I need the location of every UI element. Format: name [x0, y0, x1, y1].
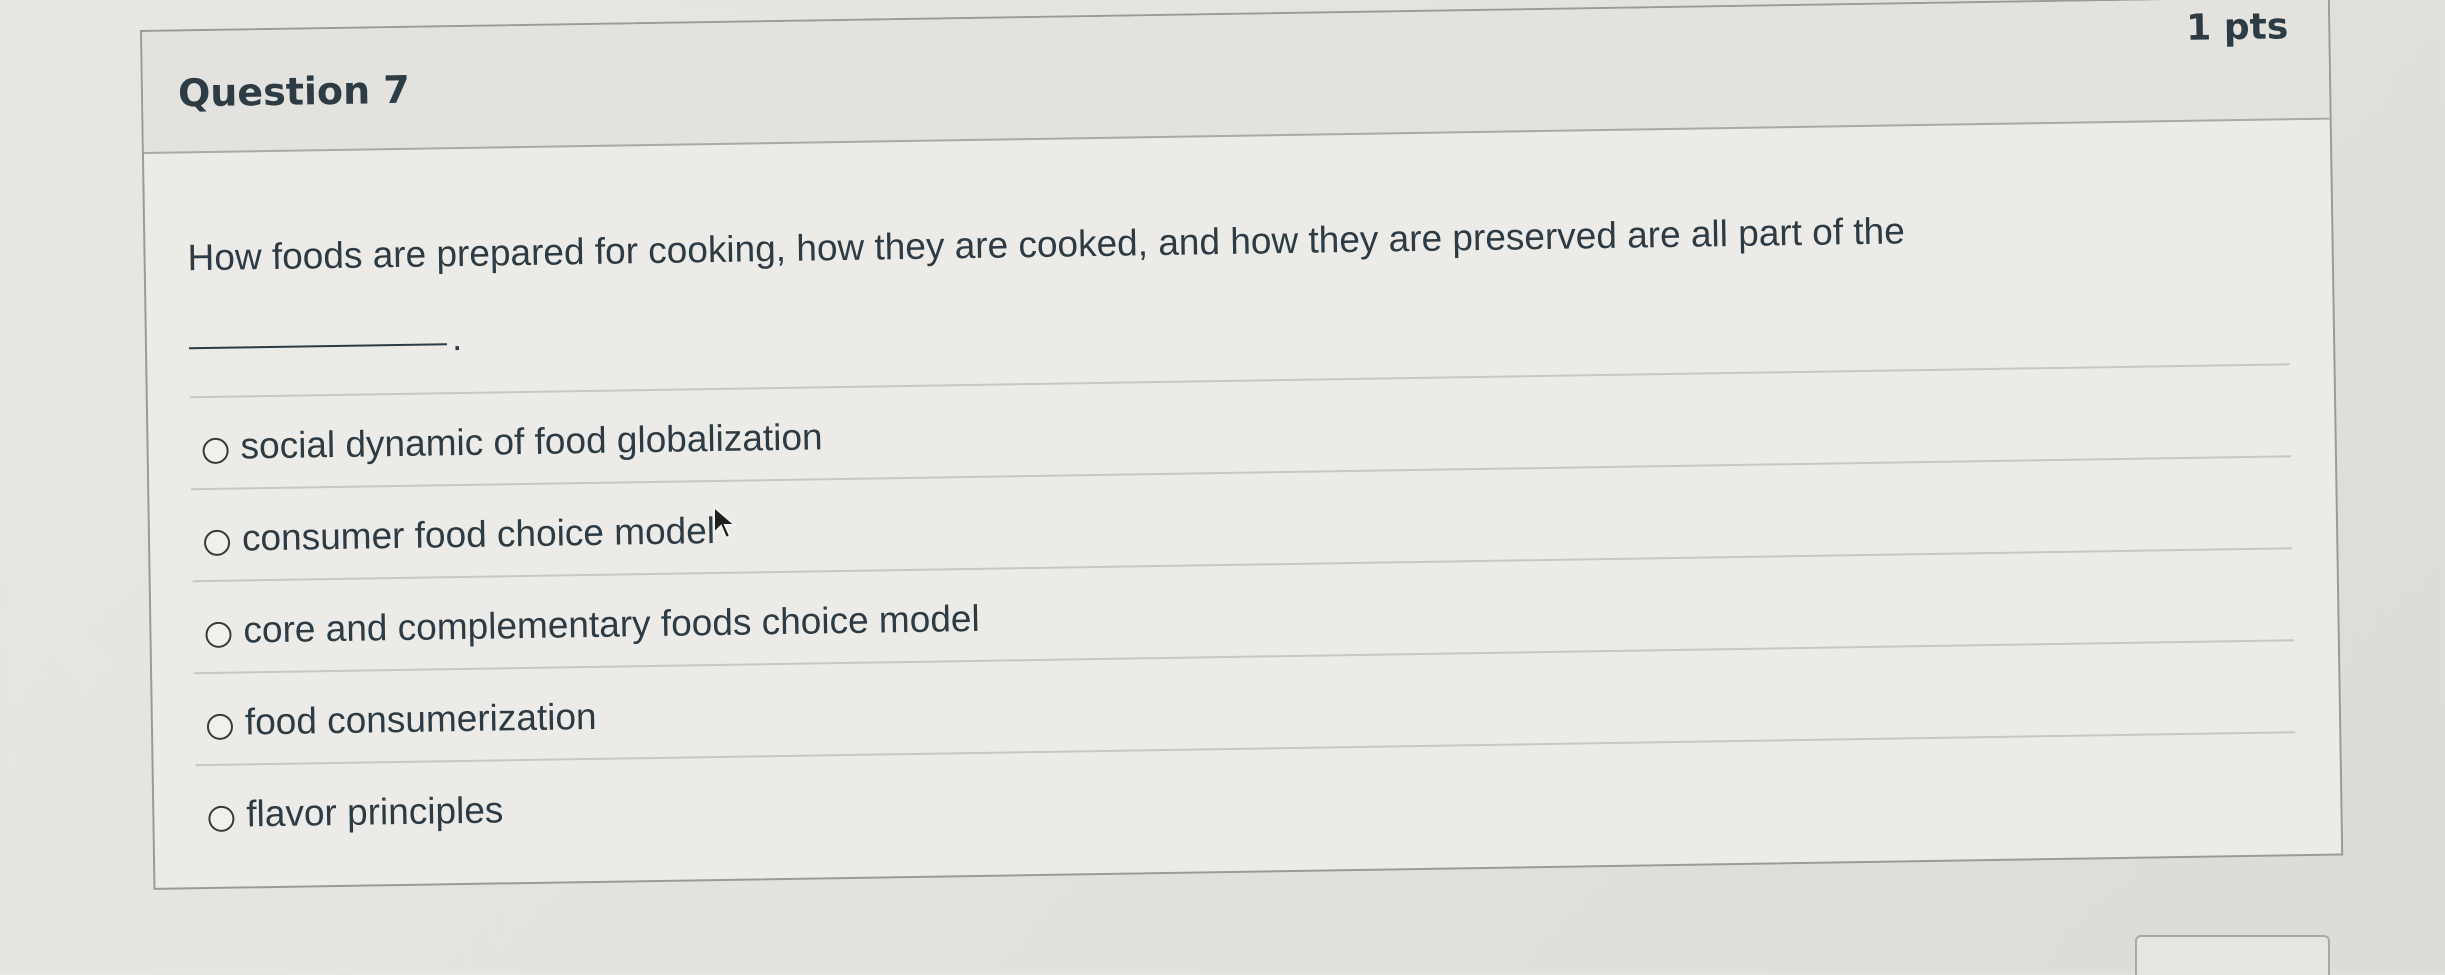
- radio-button-icon[interactable]: [203, 529, 231, 557]
- answer-label[interactable]: flavor principles: [246, 789, 504, 835]
- blank-period: .: [451, 316, 463, 359]
- radio-button-icon[interactable]: [202, 437, 229, 465]
- quiz-page: Question 7 1 pts How foods are prepared …: [0, 0, 2445, 975]
- question-title: Question 7: [177, 67, 411, 116]
- answer-label[interactable]: social dynamic of food globalization: [240, 416, 823, 467]
- question-points: 1 pts: [2185, 6, 2289, 49]
- question-card: Question 7 1 pts How foods are prepared …: [140, 0, 2344, 890]
- answer-label[interactable]: food consumerization: [245, 696, 597, 744]
- answer-label[interactable]: core and complementary foods choice mode…: [243, 598, 980, 652]
- mouse-pointer-icon: [713, 505, 738, 540]
- question-body: How foods are prepared for cooking, how …: [144, 118, 2341, 888]
- radio-button-icon[interactable]: [205, 621, 232, 649]
- next-button[interactable]: [2135, 935, 2330, 975]
- fill-in-blank: [188, 343, 447, 350]
- radio-button-icon[interactable]: [208, 805, 235, 833]
- answer-list: social dynamic of food globalization con…: [189, 363, 2297, 857]
- question-text: How foods are prepared for cooking, how …: [187, 210, 1906, 279]
- radio-button-icon[interactable]: [206, 713, 234, 741]
- answer-label[interactable]: consumer food choice model: [242, 510, 716, 559]
